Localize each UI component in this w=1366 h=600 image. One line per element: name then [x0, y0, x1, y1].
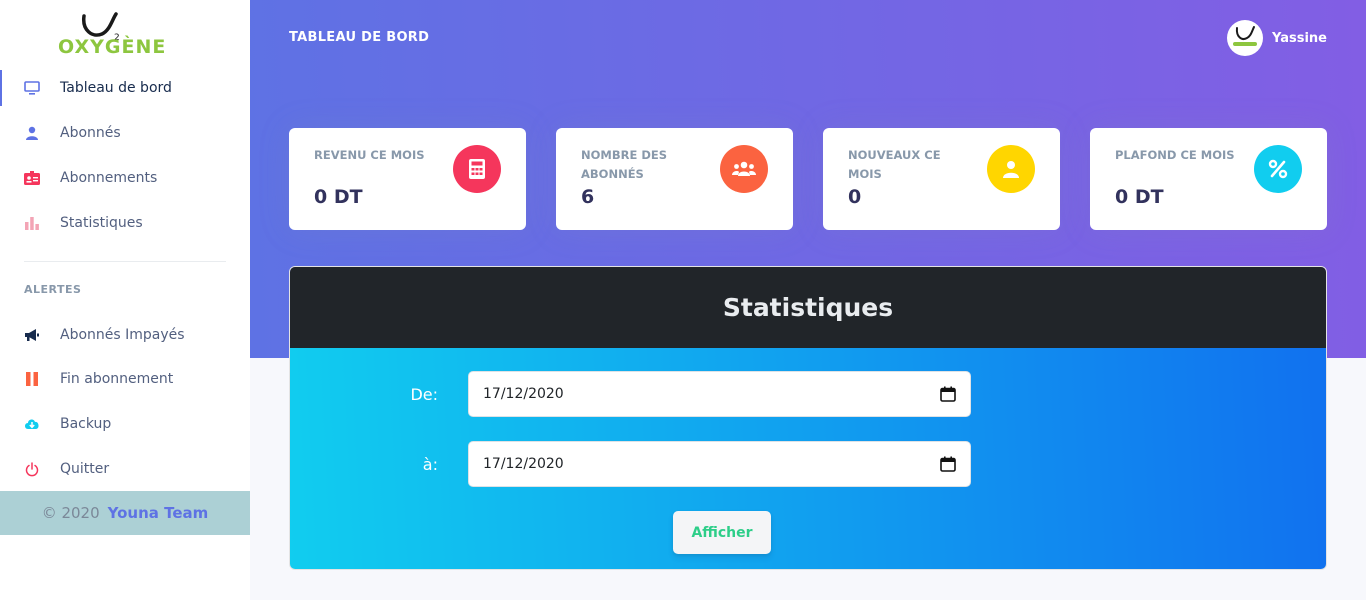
monitor-icon [0, 81, 60, 95]
to-label: à: [422, 455, 438, 474]
card-value: 0 DT [1115, 186, 1164, 208]
page-title: TABLEAU DE BORD [289, 30, 430, 45]
sidebar-item-label: Abonnés Impayés [60, 327, 185, 343]
card-value: 6 [581, 186, 595, 208]
sidebar-divider [24, 261, 226, 262]
id-card-icon [0, 171, 60, 185]
card-title: NOMBRE DES ABONNÉS [581, 148, 668, 181]
sidebar-item-fin-abonnement[interactable]: Fin abonnement [0, 359, 250, 399]
card-title: PLAFOND CE MOIS [1115, 148, 1235, 162]
sidebar-item-quitter[interactable]: Quitter [0, 449, 250, 489]
avatar [1227, 20, 1263, 56]
user-name: Yassine [1272, 30, 1327, 46]
sidebar-item-label: Abonnés [60, 125, 121, 141]
calculator-icon [453, 145, 501, 193]
sidebar-item-statistiques[interactable]: Statistiques [0, 203, 250, 243]
logo-text: OXYGÈNE [58, 36, 167, 58]
sidebar-item-abonnes[interactable]: Abonnés [0, 113, 250, 153]
sidebar-item-backup[interactable]: Backup [0, 404, 250, 444]
from-date-value: 17/12/2020 [483, 386, 564, 402]
to-date-input[interactable]: 17/12/2020 [468, 441, 971, 487]
sidebar-footer: © 2020 Youna Team [0, 491, 250, 535]
card-plafond: PLAFOND CE MOIS 0 DT [1090, 128, 1327, 230]
calendar-icon[interactable] [940, 456, 956, 472]
card-title: REVENU CE MOIS [314, 148, 425, 162]
afficher-button[interactable]: Afficher [673, 511, 771, 554]
user-icon [0, 126, 60, 140]
card-title: NOUVEAUX CE MOIS [848, 148, 941, 181]
megaphone-icon [0, 328, 60, 342]
sidebar-item-label: Statistiques [60, 215, 143, 231]
sidebar: 2 OXYGÈNE Tableau de bord Abonnés Abonne… [0, 0, 250, 600]
from-label: De: [410, 385, 438, 404]
user-menu[interactable]: Yassine [1227, 20, 1327, 56]
pause-icon [0, 372, 60, 386]
card-revenu: REVENU CE MOIS 0 DT [289, 128, 526, 230]
logo[interactable]: 2 OXYGÈNE [58, 12, 198, 60]
sidebar-item-abonnements[interactable]: Abonnements [0, 158, 250, 198]
sidebar-item-abonnes-impayes[interactable]: Abonnés Impayés [0, 315, 250, 355]
sidebar-item-label: Quitter [60, 461, 110, 477]
to-date-value: 17/12/2020 [483, 456, 564, 472]
cloud-download-icon [0, 418, 60, 430]
card-nouveaux: NOUVEAUX CE MOIS 0 [823, 128, 1060, 230]
sidebar-section-title: ALERTES [24, 283, 82, 296]
card-value: 0 DT [314, 186, 363, 208]
users-icon [720, 145, 768, 193]
avatar-logo-icon [1233, 26, 1257, 46]
bar-chart-icon [0, 216, 60, 230]
sidebar-item-label: Backup [60, 416, 112, 432]
power-icon [0, 461, 60, 477]
stats-panel: Statistiques De: 17/12/2020 à: 17/12/202… [289, 266, 1327, 570]
team-link[interactable]: Youna Team [108, 504, 209, 522]
card-nombre-abonnes: NOMBRE DES ABONNÉS 6 [556, 128, 793, 230]
sidebar-item-label: Tableau de bord [60, 80, 172, 96]
stats-title: Statistiques [722, 293, 894, 322]
percent-icon [1254, 145, 1302, 193]
sidebar-item-tableau-de-bord[interactable]: Tableau de bord [0, 68, 250, 108]
copyright-text: © 2020 [41, 504, 100, 522]
stats-panel-header: Statistiques [290, 267, 1326, 348]
stats-form: De: 17/12/2020 à: 17/12/2020 Afficher [290, 348, 1326, 569]
from-date-input[interactable]: 17/12/2020 [468, 371, 971, 417]
calendar-icon[interactable] [940, 386, 956, 402]
user-icon [987, 145, 1035, 193]
card-value: 0 [848, 186, 862, 208]
sidebar-item-label: Fin abonnement [60, 371, 174, 387]
sidebar-item-label: Abonnements [60, 170, 158, 186]
